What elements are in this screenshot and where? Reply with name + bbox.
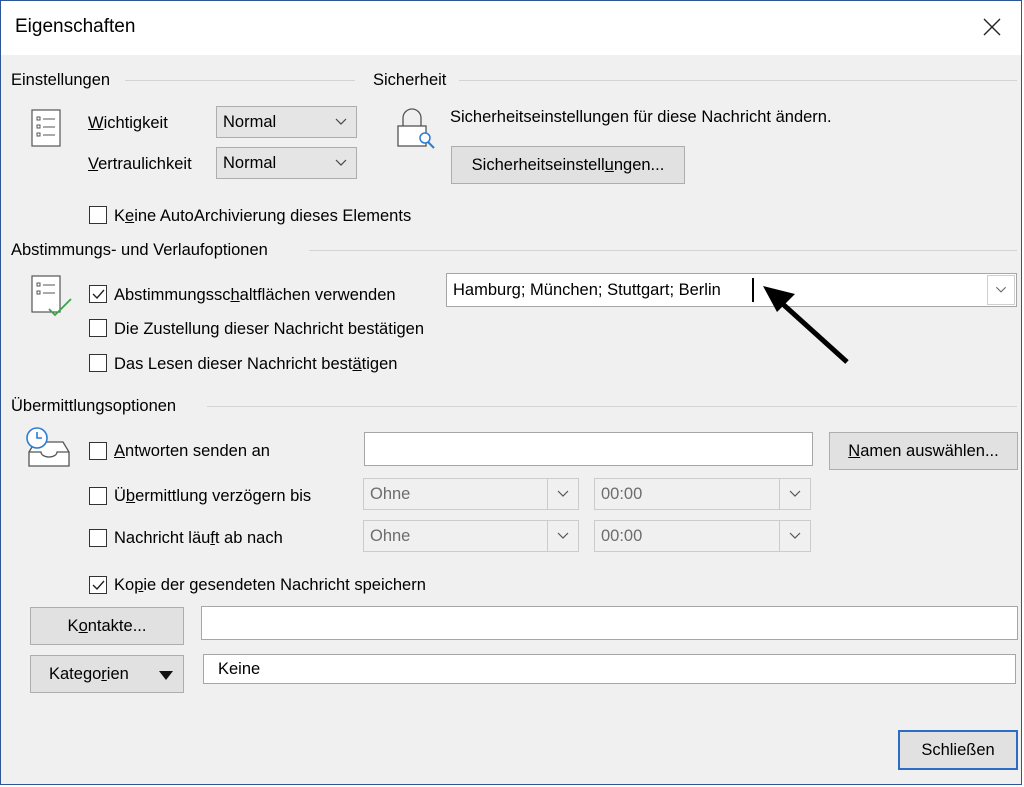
- reply-to-label: Antworten senden an: [114, 442, 270, 460]
- section-sicherheit-header: Sicherheit: [373, 71, 447, 89]
- chevron-down-icon: [779, 521, 801, 551]
- close-icon: [983, 18, 1001, 36]
- delivery-receipt-label: Die Zustellung dieser Nachricht bestätig…: [114, 320, 425, 338]
- divider: [207, 406, 1017, 407]
- reply-to-checkbox[interactable]: [89, 442, 107, 460]
- delay-time-value: 00:00: [601, 485, 643, 503]
- close-window-button[interactable]: [963, 1, 1021, 55]
- voting-buttons-checkbox[interactable]: [89, 285, 107, 303]
- section-voting-header: Abstimmungs- und Verlaufoptionen: [11, 241, 268, 259]
- categories-input[interactable]: Keine: [203, 654, 1016, 684]
- read-receipt-checkbox[interactable]: [89, 354, 107, 372]
- noarchive-checkbox[interactable]: [89, 206, 107, 224]
- select-names-button[interactable]: Namen auswählen...: [829, 432, 1018, 470]
- chevron-down-icon: [547, 479, 569, 509]
- security-settings-button[interactable]: Sicherheitseinstellungen...: [451, 146, 685, 184]
- delivery-clock-tray-icon: [26, 427, 70, 467]
- importance-select[interactable]: Normal: [216, 106, 357, 138]
- section-delivery-header: Übermittlungsoptionen: [11, 397, 177, 415]
- importance-label: Wichtigkeit: [88, 114, 168, 132]
- dropdown-triangle-icon: [159, 671, 173, 680]
- categories-value: Keine: [218, 660, 261, 678]
- properties-dialog: Eigenschaften Einstellungen Wichtigkeit …: [0, 0, 1022, 785]
- section-einstellungen-header: Einstellungen: [11, 71, 111, 89]
- contacts-button[interactable]: Kontakte...: [30, 607, 184, 645]
- expire-time-value: 00:00: [601, 527, 643, 545]
- delay-delivery-label: Übermittlung verzögern bis: [114, 487, 312, 505]
- expire-time-select[interactable]: 00:00: [594, 520, 811, 552]
- security-description: Sicherheitseinstellungen für diese Nachr…: [450, 108, 832, 126]
- read-receipt-label: Das Lesen dieser Nachricht bestätigen: [114, 355, 398, 373]
- expire-label: Nachricht läuft ab nach: [114, 529, 283, 547]
- voting-options-value: Hamburg; München; Stuttgart; Berlin: [453, 281, 721, 299]
- reply-to-input[interactable]: [364, 432, 813, 466]
- expire-date-select[interactable]: Ohne: [363, 520, 579, 552]
- expire-date-value: Ohne: [370, 527, 411, 545]
- title-bar: Eigenschaften: [1, 1, 1021, 55]
- chevron-down-icon: [547, 521, 569, 551]
- text-cursor: [752, 278, 754, 302]
- chevron-down-icon: [335, 159, 347, 166]
- checkmark-icon: [92, 289, 105, 300]
- lock-icon: [397, 108, 435, 149]
- chevron-down-icon: [779, 479, 801, 509]
- delivery-receipt-checkbox[interactable]: [89, 319, 107, 337]
- chevron-down-icon: [335, 118, 347, 125]
- expire-checkbox[interactable]: [89, 529, 107, 547]
- contacts-input[interactable]: [201, 606, 1018, 640]
- sensitivity-select[interactable]: Normal: [216, 147, 357, 179]
- divider: [309, 250, 1017, 251]
- delay-time-select[interactable]: 00:00: [594, 478, 811, 510]
- divider: [459, 80, 1017, 81]
- delay-date-value: Ohne: [370, 485, 411, 503]
- pointer-arrow-annotation: [763, 286, 849, 364]
- save-copy-checkbox[interactable]: [89, 576, 107, 594]
- categories-button[interactable]: Kategorien: [30, 655, 184, 693]
- delay-date-select[interactable]: Ohne: [363, 478, 579, 510]
- sensitivity-label: Vertraulichkeit: [88, 155, 192, 173]
- save-copy-label: Kopie der gesendeten Nachricht speichern: [114, 576, 426, 594]
- voting-list-icon: [31, 275, 72, 317]
- divider: [125, 80, 355, 81]
- dialog-title: Eigenschaften: [15, 16, 136, 37]
- sensitivity-value: Normal: [223, 154, 277, 172]
- close-button[interactable]: Schließen: [898, 730, 1018, 770]
- voting-buttons-label: Abstimmungsschaltflächen verwenden: [114, 286, 396, 304]
- importance-value: Normal: [223, 113, 277, 131]
- delay-delivery-checkbox[interactable]: [89, 487, 107, 505]
- settings-list-icon: [31, 109, 61, 147]
- noarchive-label: Keine AutoArchivierung dieses Elements: [114, 207, 412, 225]
- voting-options-combobox[interactable]: Hamburg; München; Stuttgart; Berlin: [446, 273, 1017, 307]
- checkmark-icon: [92, 580, 105, 591]
- chevron-down-icon[interactable]: [987, 275, 1015, 305]
